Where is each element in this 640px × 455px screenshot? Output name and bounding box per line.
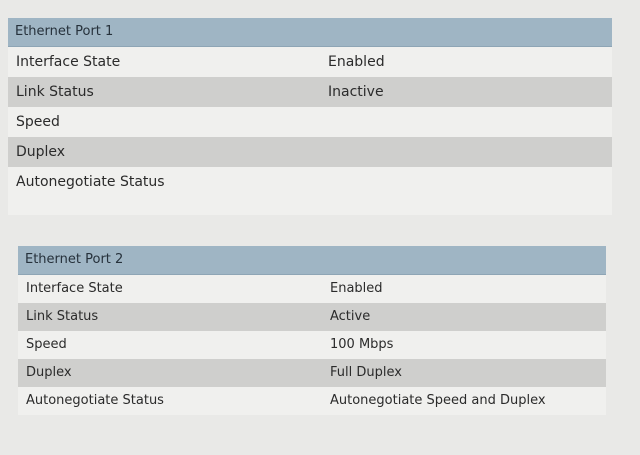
port2-interface-state-label: Interface State	[26, 281, 123, 296]
port2-speed-row: Speed 100 Mbps	[18, 331, 606, 359]
port2-duplex-label: Duplex	[26, 365, 72, 380]
port2-link-status-value: Active	[330, 309, 371, 324]
port1-autonegotiate-status-row: Autonegotiate Status	[8, 167, 612, 197]
port2-autonegotiate-status-label: Autonegotiate Status	[26, 393, 164, 408]
port2-interface-state-row: Interface State Enabled	[18, 275, 606, 303]
port2-duplex-value: Full Duplex	[330, 365, 402, 380]
port2-speed-value: 100 Mbps	[330, 337, 394, 352]
port2-link-status-label: Link Status	[26, 309, 99, 324]
port2-autonegotiate-status-row: Autonegotiate Status Autonegotiate Speed…	[18, 387, 606, 415]
port2-interface-state-value: Enabled	[330, 281, 383, 296]
port1-speed-row: Speed	[8, 107, 612, 137]
port1-autonegotiate-status-label: Autonegotiate Status	[16, 174, 165, 190]
port2-speed-label: Speed	[26, 337, 67, 352]
port1-autonegotiate-status-value	[322, 167, 612, 197]
port2-autonegotiate-status-value: Autonegotiate Speed and Duplex	[330, 393, 546, 408]
port2-link-status-row: Link Status Active	[18, 303, 606, 331]
port1-link-status-label: Link Status	[16, 84, 94, 100]
port1-duplex-row: Duplex	[8, 137, 612, 167]
ethernet-port-1-header: Ethernet Port 1	[8, 18, 612, 47]
port1-speed-value	[322, 107, 612, 137]
port1-duplex-label: Duplex	[16, 144, 66, 160]
port1-link-status-value: Inactive	[328, 84, 384, 100]
port1-speed-label: Speed	[16, 114, 60, 130]
panel-spacer	[8, 197, 612, 215]
ethernet-port-2-header: Ethernet Port 2	[18, 246, 606, 275]
port1-interface-state-label: Interface State	[16, 54, 121, 70]
ethernet-port-2-panel: Ethernet Port 2 Interface State Enabled …	[18, 246, 606, 415]
port1-interface-state-row: Interface State Enabled	[8, 47, 612, 77]
port1-interface-state-value: Enabled	[328, 54, 385, 70]
ethernet-port-1-panel: Ethernet Port 1 Interface State Enabled …	[8, 18, 612, 215]
port1-duplex-value	[322, 137, 612, 167]
port2-duplex-row: Duplex Full Duplex	[18, 359, 606, 387]
port1-link-status-row: Link Status Inactive	[8, 77, 612, 107]
